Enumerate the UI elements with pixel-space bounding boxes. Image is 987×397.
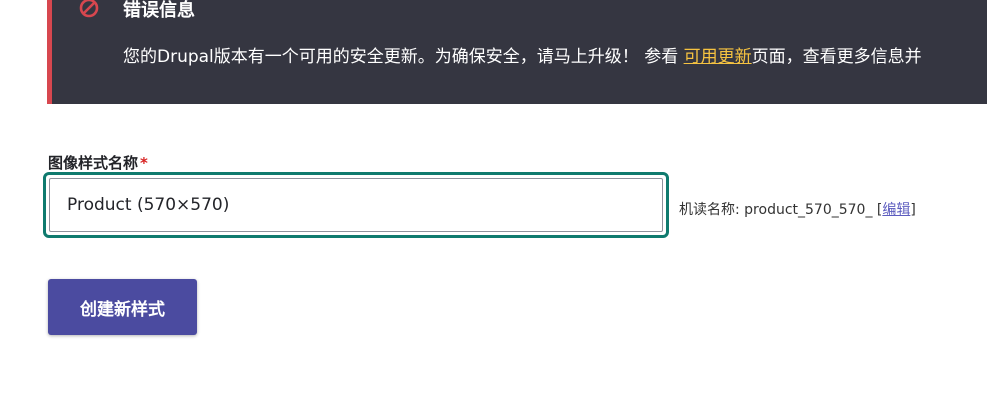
error-text-after-link: 页面，查看更多信息并 [751, 47, 922, 67]
image-style-name-label-text: 图像样式名称 [48, 154, 139, 172]
required-marker: * [140, 154, 148, 172]
error-title: 错误信息 [123, 0, 195, 21]
error-text-before-link: 您的Drupal版本有一个可用的安全更新。为确保安全，请马上升级！ 参看 [123, 47, 684, 67]
available-updates-link[interactable]: 可用更新 [684, 47, 752, 67]
page: 错误信息 您的Drupal版本有一个可用的安全更新。为确保安全，请马上升级！ 参… [0, 0, 987, 397]
image-style-name-focus-ring [43, 172, 669, 238]
machine-name-edit-link[interactable]: 编辑 [882, 202, 910, 218]
error-text: 您的Drupal版本有一个可用的安全更新。为确保安全，请马上升级！ 参看 可用更… [123, 42, 922, 67]
machine-name-prefix: 机读名称: product_570_570_ [ [679, 202, 883, 218]
image-style-name-label: 图像样式名称 * [48, 152, 148, 173]
image-style-name-input[interactable] [49, 178, 663, 232]
error-message: 错误信息 您的Drupal版本有一个可用的安全更新。为确保安全，请马上升级！ 参… [47, 0, 987, 104]
machine-name: 机读名称: product_570_570_ [编辑] [679, 199, 916, 219]
error-prohibited-icon [79, 0, 99, 18]
create-new-style-button[interactable]: 创建新样式 [48, 279, 197, 335]
machine-name-suffix: ] [910, 202, 916, 218]
